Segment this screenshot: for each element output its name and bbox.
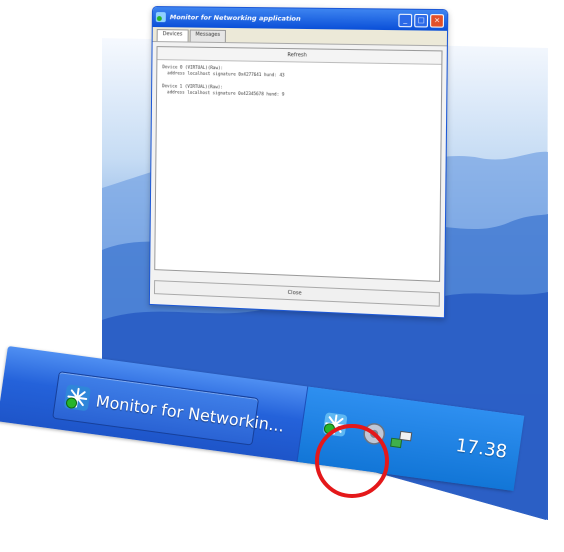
window-title: Monitor for Networking application [169,13,301,23]
highlight-circle [315,424,389,498]
clock[interactable]: 17.38 [454,435,508,463]
close-window-button[interactable]: × [430,13,445,28]
devices-panel: Refresh Device 0 (VIRTUAL)(Raw): address… [154,46,443,282]
tab-messages[interactable]: Messages [189,29,227,43]
monitor-window: Monitor for Networking application _ □ ×… [148,6,449,319]
app-icon [155,12,166,23]
tab-bar: Devices Messages [152,27,448,47]
minimize-button[interactable]: _ [398,13,413,27]
tab-devices[interactable]: Devices [156,29,189,42]
taskbar-app-label: Monitor for Networkin... [94,390,286,436]
scene: Monitor for Networking application _ □ ×… [0,0,564,552]
device-list: Device 0 (VIRTUAL)(Raw): address localho… [157,60,441,105]
network-connection-icon[interactable] [388,426,415,453]
maximize-button[interactable]: □ [414,13,429,27]
close-button[interactable]: Close [153,280,440,307]
network-monitor-icon [63,383,92,412]
